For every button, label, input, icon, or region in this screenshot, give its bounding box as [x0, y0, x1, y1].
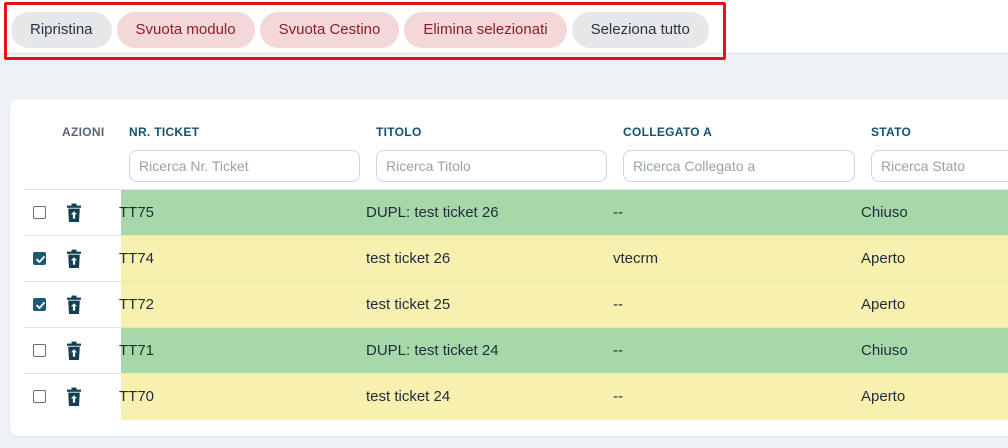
trash-restore-icon[interactable]	[66, 341, 82, 361]
ticket-number-cell: TT72	[119, 296, 155, 313]
highlight-box	[4, 2, 726, 60]
title-header: TITOLO	[376, 125, 422, 139]
ticket-number-cell: TT71	[119, 342, 155, 359]
row-checkbox[interactable]	[33, 298, 46, 311]
ticket-number-cell: TT70	[119, 388, 155, 405]
status-search-input[interactable]	[871, 150, 1008, 182]
actions-header: AZIONI	[62, 125, 105, 139]
checkmark-icon	[36, 256, 45, 263]
checkmark-icon	[36, 302, 45, 309]
status-cell: Aperto	[861, 296, 906, 313]
status-header: STATO	[871, 125, 912, 139]
status-cell: Aperto	[861, 388, 906, 405]
linked-to-cell: vtecrm	[613, 250, 658, 267]
linked-to-cell: --	[613, 388, 623, 405]
row-checkbox[interactable]	[33, 252, 46, 265]
status-cell: Chiuso	[861, 342, 908, 359]
table-row: TT75 DUPL: test ticket 26 -- Chiuso	[10, 190, 1008, 236]
title-cell: test ticket 24	[366, 388, 451, 405]
table-row: TT72 test ticket 25 -- Aperto	[10, 282, 1008, 328]
table-row: TT70 test ticket 24 -- Aperto	[10, 374, 1008, 420]
ticket-number-header: NR. TICKET	[129, 125, 200, 139]
trash-restore-icon[interactable]	[66, 387, 82, 407]
linked-to-cell: --	[613, 342, 623, 359]
row-checkbox[interactable]	[33, 206, 46, 219]
linked-to-search-input[interactable]	[623, 150, 855, 182]
linked-to-cell: --	[613, 296, 623, 313]
ticket-number-cell: TT74	[119, 250, 155, 267]
title-cell: test ticket 25	[366, 296, 451, 313]
trash-restore-icon[interactable]	[66, 295, 82, 315]
row-checkbox[interactable]	[33, 344, 46, 357]
title-search-input[interactable]	[376, 150, 607, 182]
status-cell: Chiuso	[861, 204, 908, 221]
status-cell: Aperto	[861, 250, 906, 267]
ticket-number-search-input[interactable]	[129, 150, 360, 182]
linked-to-header: COLLEGATO A	[623, 125, 713, 139]
linked-to-cell: --	[613, 204, 623, 221]
title-cell: DUPL: test ticket 26	[366, 204, 499, 221]
row-checkbox[interactable]	[33, 390, 46, 403]
trash-restore-icon[interactable]	[66, 203, 82, 223]
ticket-number-cell: TT75	[119, 204, 155, 221]
table-row: TT71 DUPL: test ticket 24 -- Chiuso	[10, 328, 1008, 374]
table-row: TT74 test ticket 26 vtecrm Aperto	[10, 236, 1008, 282]
title-cell: DUPL: test ticket 24	[366, 342, 499, 359]
title-cell: test ticket 26	[366, 250, 451, 267]
recycle-bin-table: AZIONI NR. TICKET TITOLO COLLEGATO A STA…	[10, 100, 1008, 436]
trash-restore-icon[interactable]	[66, 249, 82, 269]
